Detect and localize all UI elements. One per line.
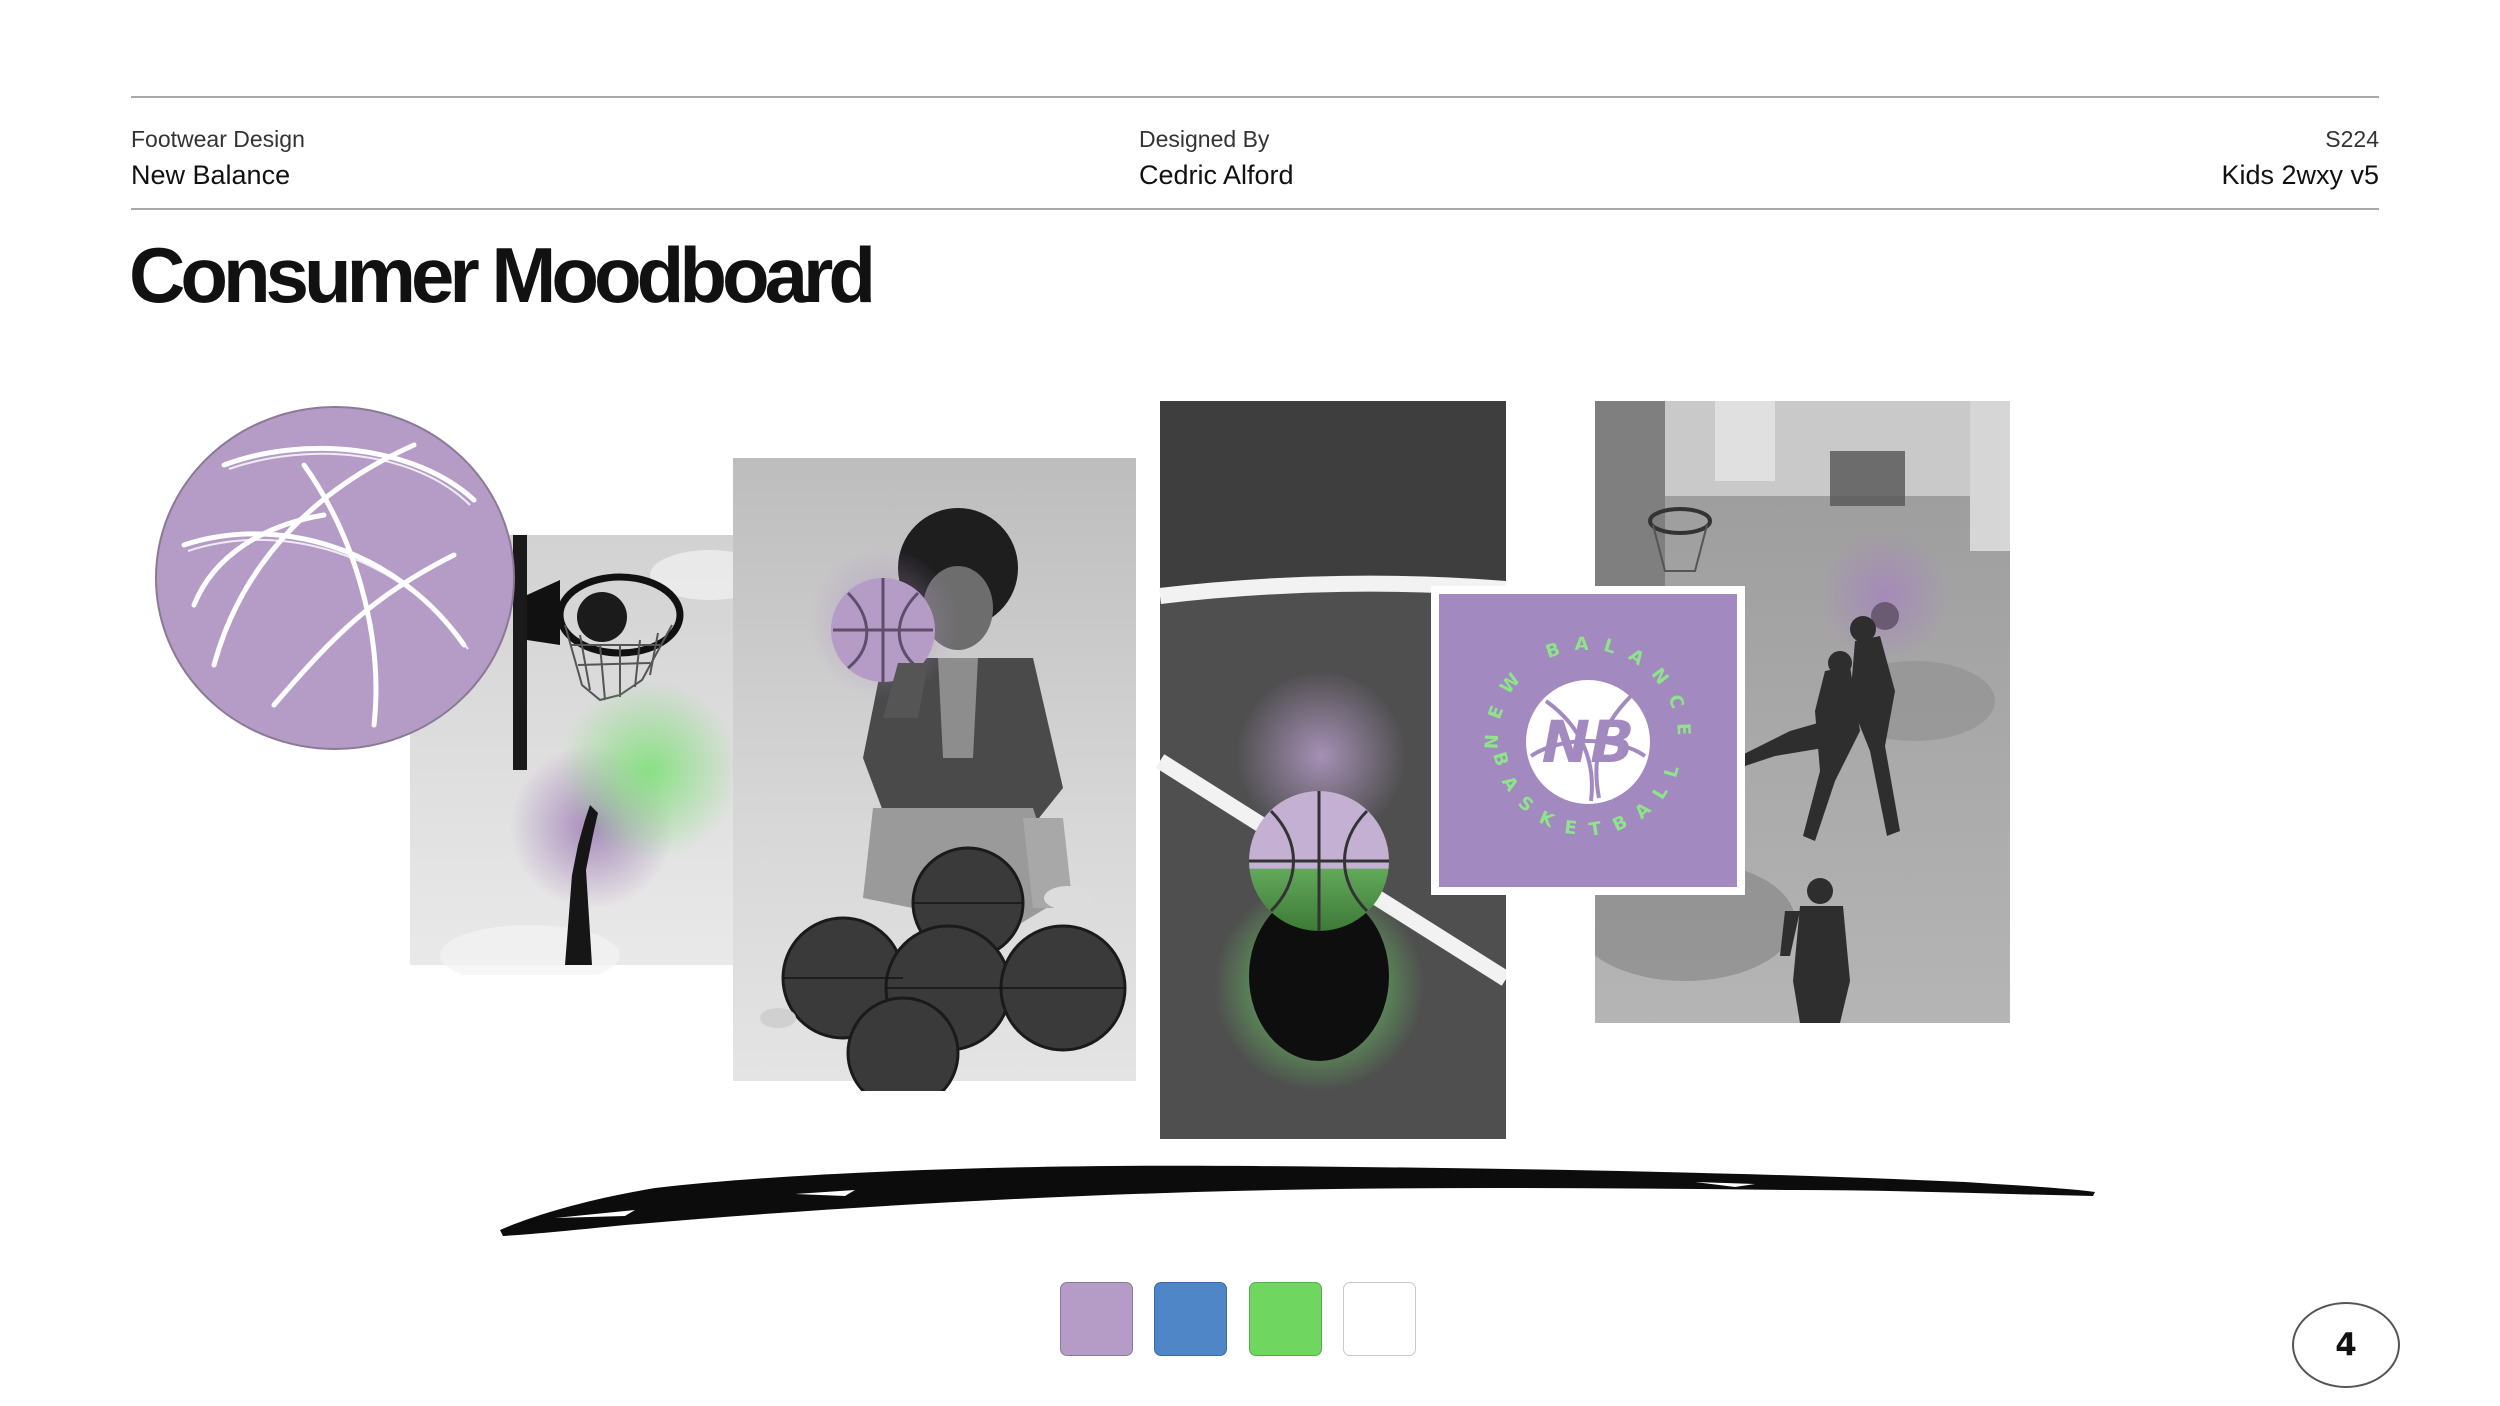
page-title: Consumer Moodboard (129, 231, 876, 319)
brand-value: New Balance (131, 160, 291, 190)
page-number-badge: 4 (2292, 1302, 2400, 1388)
brush-stroke-divider (495, 1160, 2105, 1240)
swatch-white (1343, 1282, 1416, 1356)
header-top-rule (131, 96, 2379, 98)
swatch-blue (1154, 1282, 1227, 1356)
season-label: S224 (2325, 126, 2379, 152)
page-number: 4 (2335, 1327, 2357, 1363)
swatch-purple (1060, 1282, 1133, 1356)
designer-label: Designed By (1139, 126, 1270, 152)
purple-basketball-graphic (154, 405, 516, 751)
project-value: Kids 2wxy v5 (2221, 160, 2379, 190)
new-balance-basketball-logo: NB NEW BALANCE BASKETBALL (1431, 586, 1745, 895)
svg-text:NB: NB (1542, 708, 1635, 776)
brand-label: Footwear Design (131, 126, 305, 152)
header-bottom-rule (131, 208, 2379, 210)
designer-value: Cedric Alford (1139, 160, 1294, 190)
swatch-green (1249, 1282, 1322, 1356)
kid-with-basketballs-photo (733, 458, 1167, 1091)
